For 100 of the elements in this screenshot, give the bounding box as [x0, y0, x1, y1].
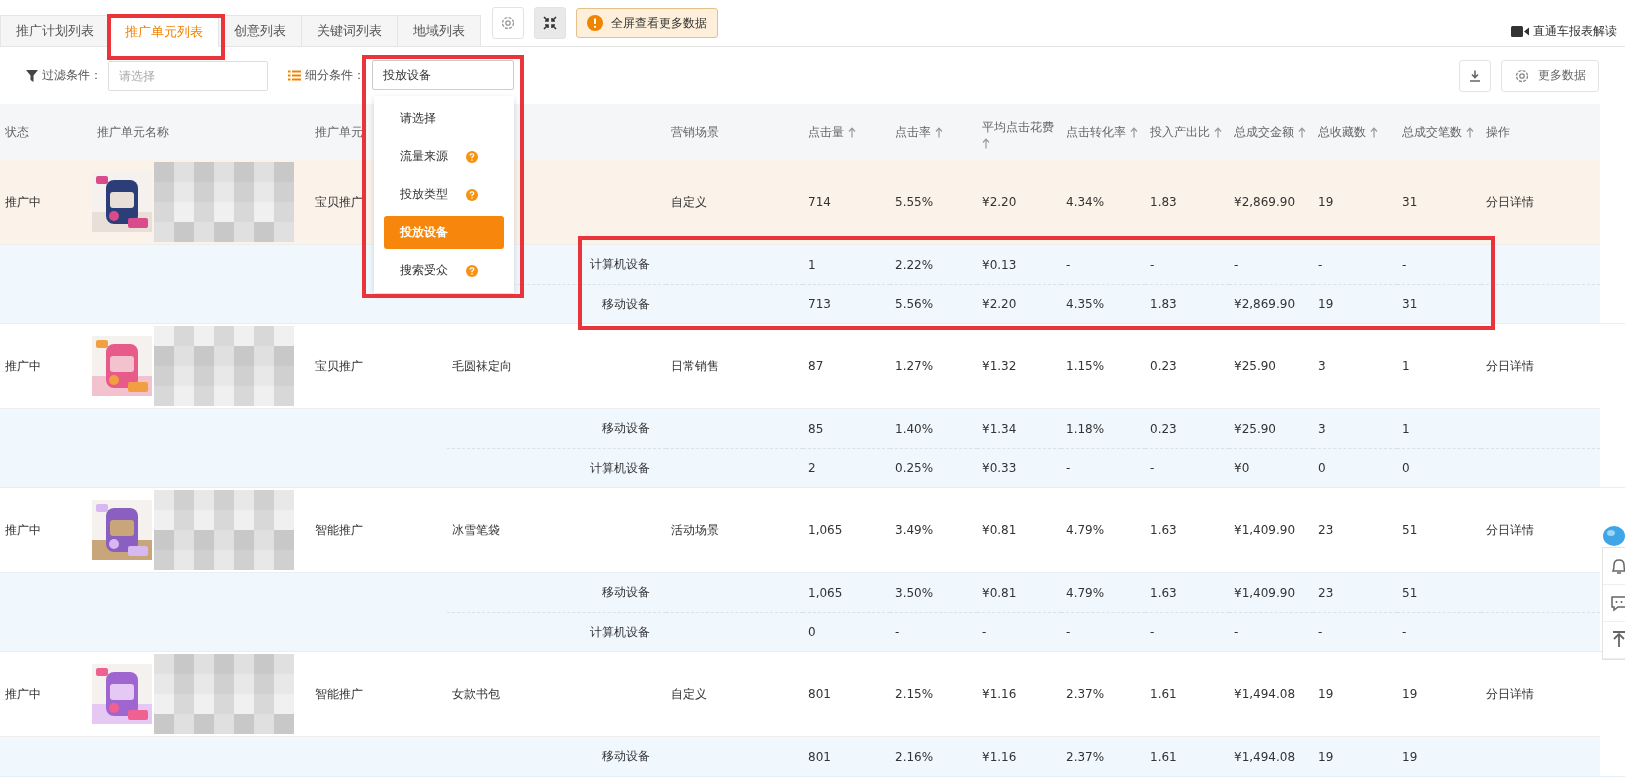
table-cell: 2.37%	[1066, 687, 1105, 701]
table-cell: 自定义	[671, 686, 707, 701]
table-cell: 1.61	[1150, 687, 1177, 701]
table-cell: 31	[1402, 297, 1418, 311]
table-cell: 日常销售	[671, 358, 719, 373]
column-header: 平均点击花费	[982, 118, 1054, 136]
table-cell: 19	[1318, 195, 1334, 209]
table-cell: 0.23	[1150, 359, 1177, 373]
table-cell: 23	[1318, 585, 1334, 600]
collapse-icon	[543, 16, 557, 30]
column-header: 点击转化率	[1066, 124, 1126, 141]
table-cell: 713	[808, 297, 831, 311]
table-cell: -	[895, 625, 900, 639]
settings-button[interactable]	[492, 7, 524, 39]
column-header: 操作	[1486, 124, 1510, 141]
table-cell: 2	[808, 461, 816, 475]
tab[interactable]: 推广计划列表	[0, 15, 110, 46]
device-cell: 移动设备	[602, 295, 650, 313]
fullscreen-tip-button[interactable]: 全屏查看更多数据	[576, 8, 718, 38]
table-cell: ¥1,494.08	[1234, 687, 1296, 701]
table-cell: ¥0.81	[982, 523, 1017, 537]
menu-item[interactable]: 投放类型	[384, 178, 504, 211]
table-cell: ¥1.16	[982, 687, 1017, 701]
tab[interactable]: 关键词列表	[301, 15, 398, 46]
table-cell: 1.15%	[1066, 359, 1105, 373]
detail-link[interactable]: 分日详情	[1486, 686, 1534, 701]
table-cell: 3	[1318, 359, 1326, 373]
table-cell: 1,065	[808, 585, 843, 600]
menu-item[interactable]: 搜索受众	[384, 254, 504, 287]
sort-arrow-icon[interactable]	[1466, 126, 1474, 138]
download-button[interactable]	[1459, 59, 1491, 92]
column-header: 推广单元	[315, 124, 363, 141]
table-cell: 801	[808, 687, 831, 701]
table-cell: 0.23	[1150, 421, 1177, 436]
table-cell: 0.25%	[895, 461, 934, 475]
table-cell: -	[1234, 257, 1239, 272]
video-camera-icon	[1511, 26, 1529, 37]
menu-item[interactable]: 请选择	[384, 102, 504, 135]
status-cell: 推广中	[5, 358, 41, 373]
table-cell: 0	[808, 625, 816, 639]
sort-arrow-icon[interactable]	[1130, 126, 1138, 138]
sort-arrow-icon[interactable]	[1298, 126, 1306, 138]
table-cell: -	[1150, 461, 1155, 475]
sort-arrow-icon[interactable]	[1214, 126, 1222, 138]
detail-link[interactable]: 分日详情	[1486, 522, 1534, 537]
filter-field[interactable]: 请选择	[108, 60, 268, 91]
tab[interactable]: 地域列表	[397, 15, 481, 46]
table-cell: -	[1402, 625, 1407, 639]
table-cell: 2.15%	[895, 687, 934, 701]
table-cell: -	[1150, 257, 1155, 272]
table-cell: 1	[1402, 359, 1410, 373]
table-cell: ¥2,869.90	[1234, 195, 1296, 209]
table-cell: -	[1150, 625, 1155, 639]
table-cell: 智能推广	[315, 686, 363, 701]
status-cell: 推广中	[5, 522, 41, 537]
tab[interactable]: 创意列表	[218, 15, 302, 46]
table-cell: ¥0.13	[982, 257, 1017, 272]
table-cell: 自定义	[671, 194, 707, 209]
table-cell: 5.56%	[895, 297, 934, 311]
column-header: 总成交金额	[1234, 124, 1294, 141]
sort-arrow-icon[interactable]	[935, 126, 943, 138]
column-header: 点击率	[895, 124, 931, 141]
table-cell: 19	[1318, 687, 1334, 701]
table-cell: 1.40%	[895, 421, 934, 436]
status-cell: 推广中	[5, 194, 41, 209]
sort-arrow-icon[interactable]	[1370, 126, 1378, 138]
table-cell: -	[1318, 625, 1323, 639]
table-cell: 4.79%	[1066, 585, 1105, 600]
table-cell: 毛圆袜定向	[452, 358, 512, 373]
sort-arrow-icon[interactable]	[848, 126, 856, 138]
table-cell: 宝贝推广	[315, 194, 363, 209]
detail-link[interactable]: 分日详情	[1486, 194, 1534, 209]
table-cell: 冰雪笔袋	[452, 522, 500, 537]
table-cell: 1.27%	[895, 359, 934, 373]
table-cell: 0	[1402, 461, 1410, 475]
detail-link[interactable]: 分日详情	[1486, 358, 1534, 373]
table-cell: -	[1318, 257, 1323, 272]
table-cell: 1,065	[808, 523, 843, 537]
more-data-button[interactable]: 更多数据	[1501, 59, 1599, 92]
settings-icon	[500, 15, 516, 31]
table-cell: 4.35%	[1066, 297, 1105, 311]
column-header: 投入产出比	[1150, 124, 1210, 141]
table-cell: 51	[1402, 585, 1418, 600]
segment-select[interactable]: 投放设备	[372, 60, 514, 90]
column-header: 推广单元名称	[97, 124, 169, 141]
table-cell: ¥2.20	[982, 297, 1017, 311]
table-cell: 1	[808, 257, 816, 272]
column-header: 营销场景	[671, 124, 719, 141]
table-cell: 2.22%	[895, 257, 934, 272]
device-cell: 移动设备	[602, 584, 650, 601]
table-cell: 1.63	[1150, 585, 1177, 600]
table-cell: 1.83	[1150, 195, 1177, 209]
filter-label: 过滤条件：	[42, 67, 102, 84]
fullscreen-button[interactable]	[534, 7, 566, 39]
menu-item[interactable]: 流量来源	[384, 140, 504, 173]
table-cell: 51	[1402, 523, 1418, 537]
sort-arrow-icon[interactable]	[982, 137, 990, 149]
device-cell: 计算机设备	[590, 459, 650, 477]
table-cell: ¥2,869.90	[1234, 297, 1296, 311]
help-link[interactable]: 直通车报表解读	[1533, 23, 1617, 40]
